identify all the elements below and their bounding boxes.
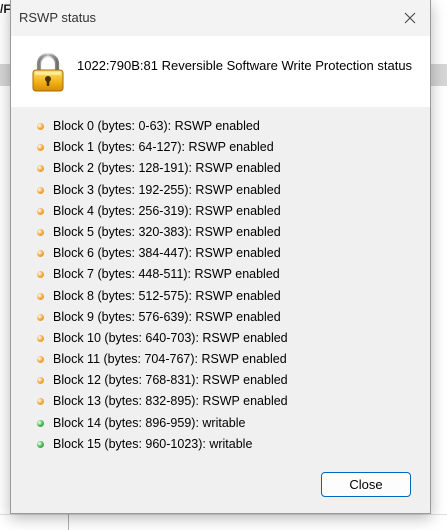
list-item: Block 14 (bytes: 896-959): writable — [11, 413, 430, 434]
list-item: Block 12 (bytes: 768-831): RSWP enabled — [11, 370, 430, 391]
enabled-status-dot-icon — [37, 144, 44, 152]
list-item: Block 5 (bytes: 320-383): RSWP enabled — [11, 222, 430, 243]
block-status-text: Block 11 (bytes: 704-767): RSWP enabled — [53, 352, 287, 367]
padlock-icon — [30, 52, 66, 92]
writable-status-dot-icon — [37, 440, 44, 448]
block-status-text: Block 6 (bytes: 384-447): RSWP enabled — [53, 246, 281, 261]
list-item: Block 7 (bytes: 448-511): RSWP enabled — [11, 264, 430, 285]
enabled-status-dot-icon — [37, 292, 44, 300]
block-status-list: Block 0 (bytes: 0-63): RSWP enabled Block… — [11, 116, 430, 455]
list-item: Block 9 (bytes: 576-639): RSWP enabled — [11, 307, 430, 328]
enabled-status-dot-icon — [37, 271, 44, 279]
close-icon[interactable] — [398, 6, 422, 30]
writable-status-dot-icon — [37, 419, 44, 427]
dialog-header: 1022:790B:81 Reversible Software Write P… — [11, 36, 430, 107]
enabled-status-dot-icon — [37, 377, 44, 385]
enabled-status-dot-icon — [37, 207, 44, 215]
list-item: Block 15 (bytes: 960-1023): writable — [11, 434, 430, 455]
rswp-status-dialog: RSWP status 1022:790B:81 Reversible Soft… — [10, 0, 431, 514]
block-status-text: Block 2 (bytes: 128-191): RSWP enabled — [53, 161, 281, 176]
list-item: Block 1 (bytes: 64-127): RSWP enabled — [11, 137, 430, 158]
enabled-status-dot-icon — [37, 313, 44, 321]
header-description: 1022:790B:81 Reversible Software Write P… — [77, 58, 413, 73]
block-status-text: Block 1 (bytes: 64-127): RSWP enabled — [53, 140, 274, 155]
block-status-text: Block 15 (bytes: 960-1023): writable — [53, 436, 253, 451]
list-item: Block 10 (bytes: 640-703): RSWP enabled — [11, 328, 430, 349]
block-status-text: Block 8 (bytes: 512-575): RSWP enabled — [53, 288, 281, 303]
enabled-status-dot-icon — [37, 334, 44, 342]
block-status-text: Block 5 (bytes: 320-383): RSWP enabled — [53, 224, 281, 239]
block-status-text: Block 10 (bytes: 640-703): RSWP enabled — [53, 330, 288, 345]
list-item: Block 4 (bytes: 256-319): RSWP enabled — [11, 201, 430, 222]
dialog-title: RSWP status — [19, 10, 97, 25]
block-status-text: Block 9 (bytes: 576-639): RSWP enabled — [53, 309, 281, 324]
enabled-status-dot-icon — [37, 356, 44, 364]
enabled-status-dot-icon — [37, 398, 44, 406]
list-item: Block 6 (bytes: 384-447): RSWP enabled — [11, 243, 430, 264]
block-status-text: Block 13 (bytes: 832-895): RSWP enabled — [53, 394, 288, 409]
enabled-status-dot-icon — [37, 123, 44, 130]
enabled-status-dot-icon — [37, 250, 44, 258]
list-item: Block 8 (bytes: 512-575): RSWP enabled — [11, 286, 430, 307]
close-button[interactable]: Close — [321, 472, 411, 497]
list-item: Block 13 (bytes: 832-895): RSWP enabled — [11, 391, 430, 412]
list-item: Block 0 (bytes: 0-63): RSWP enabled — [11, 116, 430, 137]
list-item: Block 2 (bytes: 128-191): RSWP enabled — [11, 158, 430, 179]
block-status-text: Block 12 (bytes: 768-831): RSWP enabled — [53, 373, 288, 388]
block-status-text: Block 14 (bytes: 896-959): writable — [53, 415, 246, 430]
block-status-text: Block 0 (bytes: 0-63): RSWP enabled — [53, 119, 260, 133]
block-status-text: Block 4 (bytes: 256-319): RSWP enabled — [53, 203, 281, 218]
enabled-status-dot-icon — [37, 228, 44, 236]
enabled-status-dot-icon — [37, 186, 44, 194]
list-item: Block 11 (bytes: 704-767): RSWP enabled — [11, 349, 430, 370]
list-item: Block 3 (bytes: 192-255): RSWP enabled — [11, 180, 430, 201]
block-status-text: Block 3 (bytes: 192-255): RSWP enabled — [53, 182, 281, 197]
block-status-text: Block 7 (bytes: 448-511): RSWP enabled — [53, 267, 280, 282]
enabled-status-dot-icon — [37, 165, 44, 173]
dialog-titlebar[interactable]: RSWP status — [11, 0, 430, 36]
